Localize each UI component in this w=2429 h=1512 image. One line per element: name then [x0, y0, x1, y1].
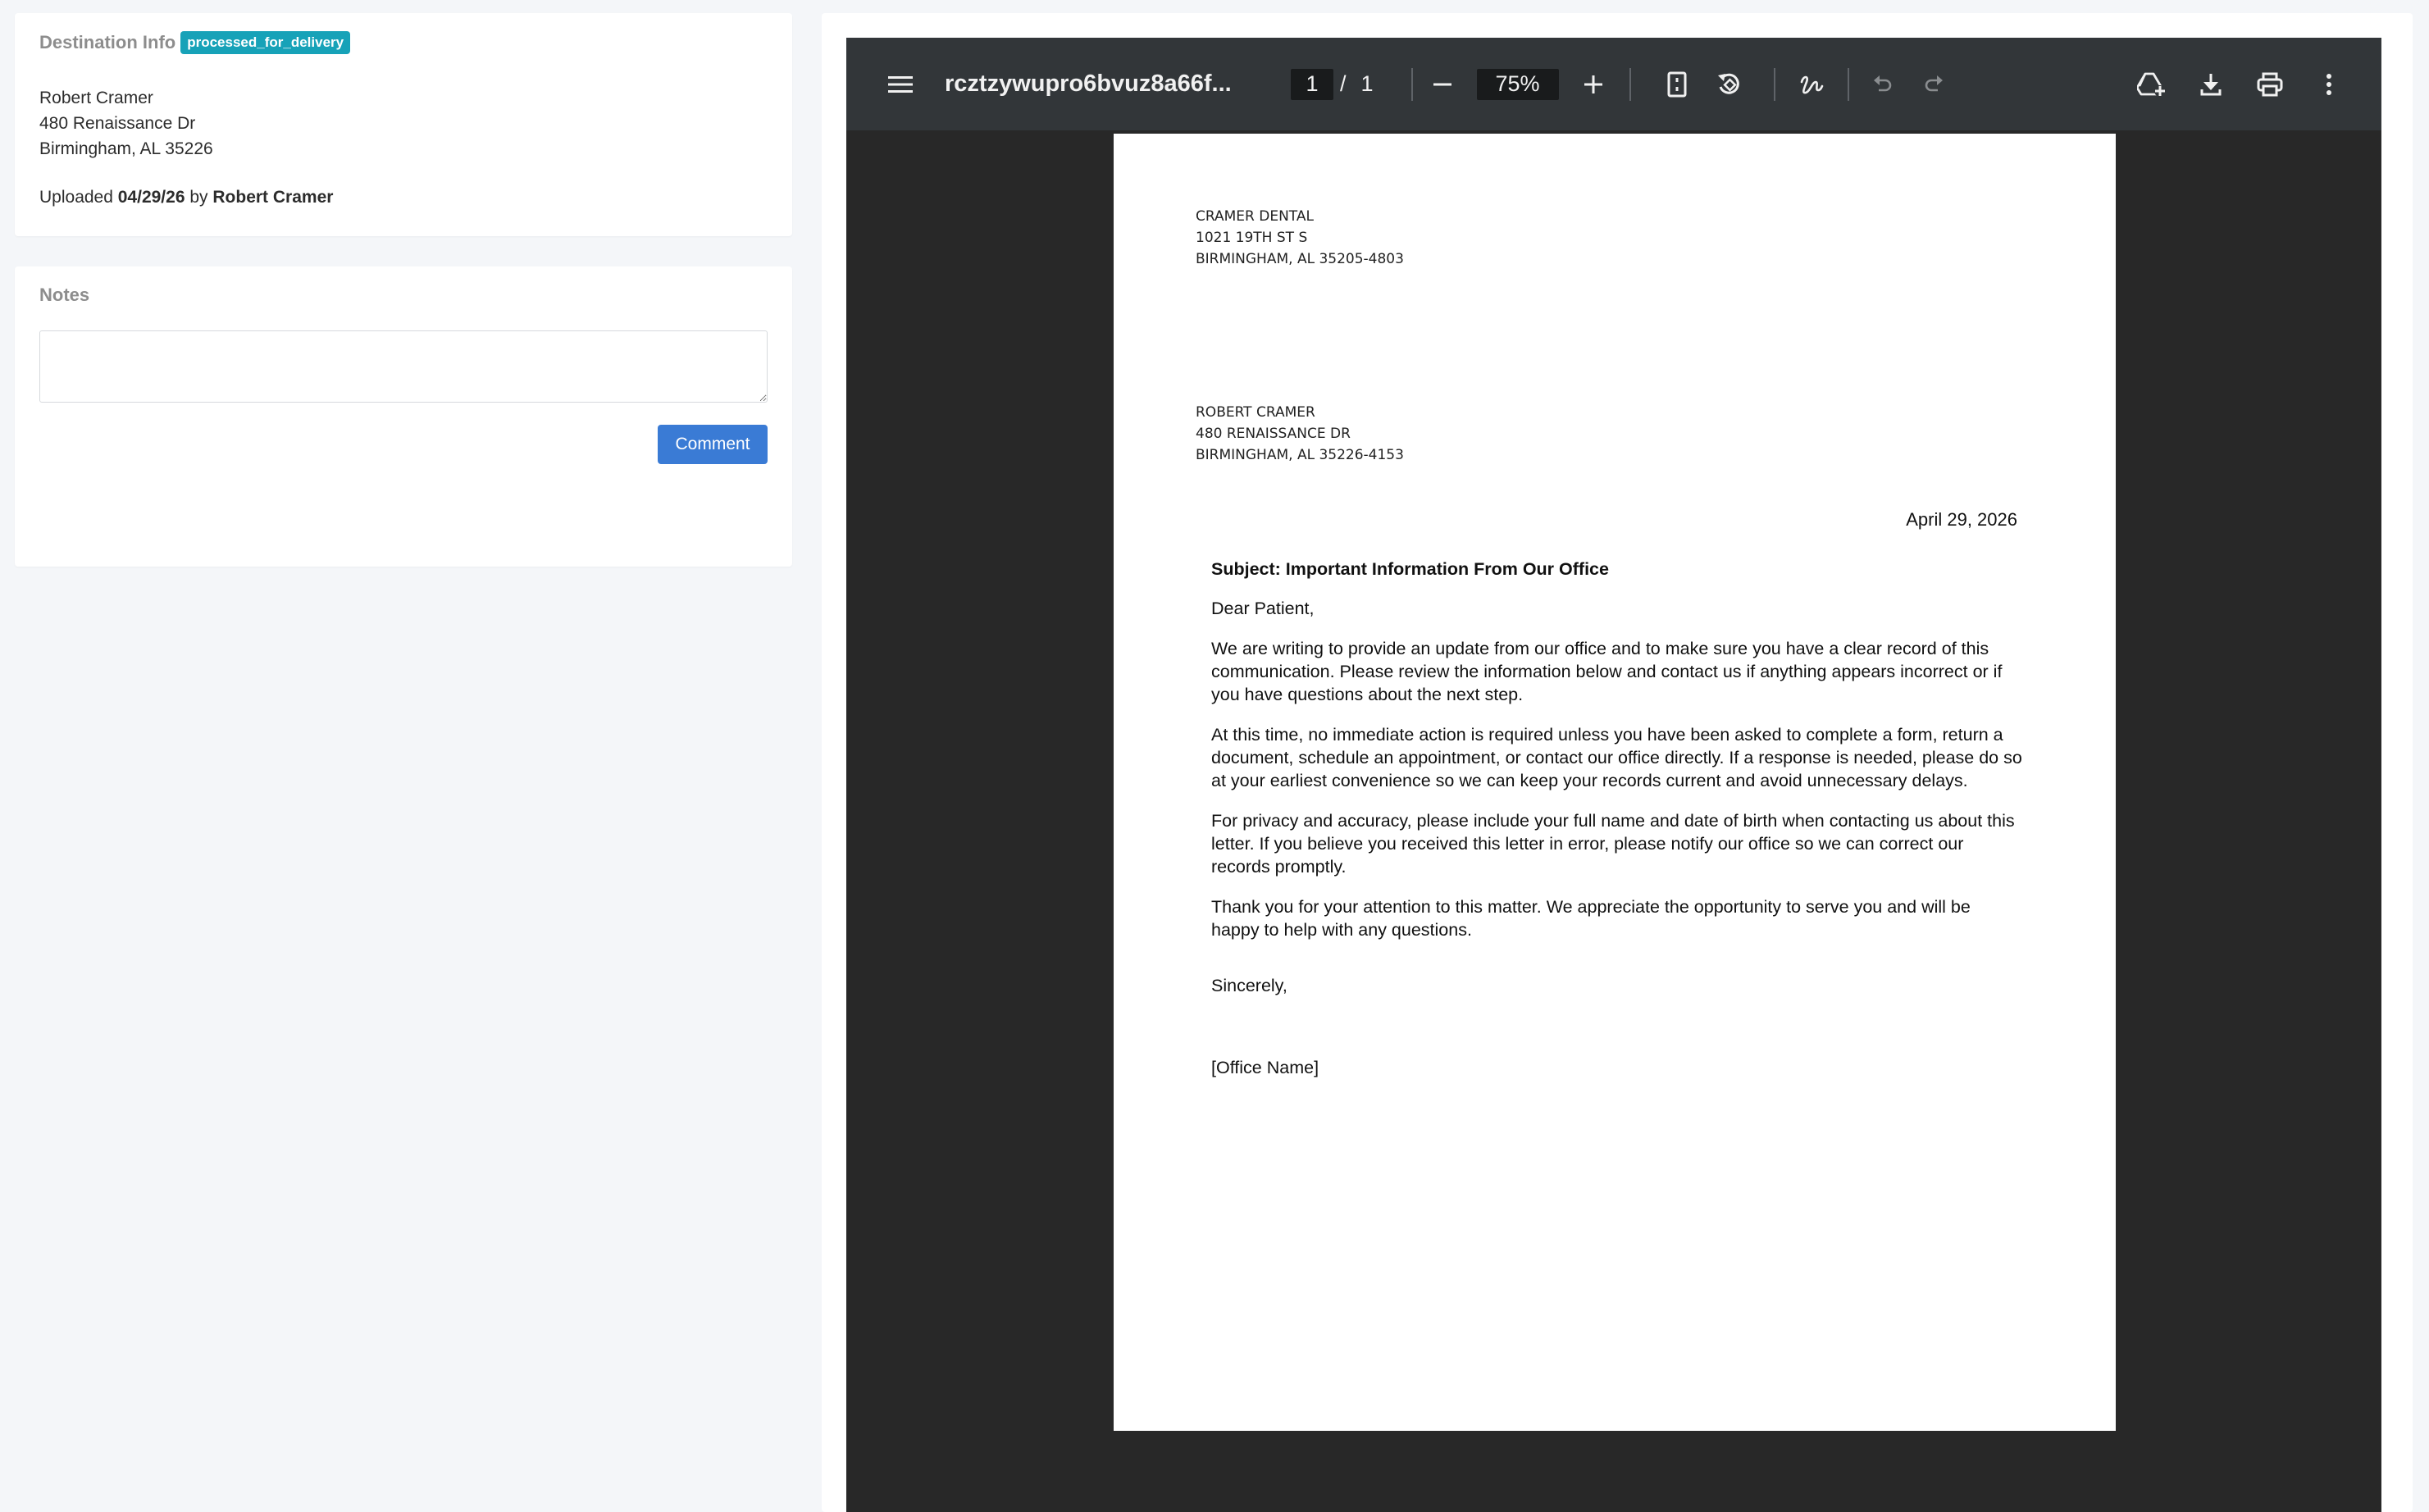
notes-title: Notes	[39, 285, 90, 305]
letter-paragraph: At this time, no immediate action is req…	[1211, 725, 2022, 790]
pdf-page: CRAMER DENTAL 1021 19TH ST S BIRMINGHAM,…	[1114, 134, 2116, 1431]
recipient-line: ROBERT CRAMER	[1196, 404, 1315, 421]
notes-textarea[interactable]	[39, 330, 768, 403]
recipient-line: 480 RENAISSANCE DR	[1196, 426, 1351, 442]
notes-card: Notes Comment	[15, 266, 792, 567]
download-icon[interactable]	[2191, 65, 2231, 104]
letter-date: April 29, 2026	[1906, 509, 2017, 530]
letter-paragraph: We are writing to provide an update from…	[1211, 639, 2003, 704]
print-icon[interactable]	[2250, 65, 2290, 104]
letter-body: Subject: Important Information From Our …	[1211, 558, 2023, 1096]
letter-paragraph: For privacy and accuracy, please include…	[1211, 811, 2015, 877]
menu-icon[interactable]	[881, 65, 920, 104]
minus-icon[interactable]	[1423, 65, 1462, 104]
toolbar-divider	[1629, 67, 1631, 101]
redo-icon[interactable]	[1915, 65, 1954, 104]
recipient-address: ROBERT CRAMER 480 RENAISSANCE DR BIRMING…	[1196, 402, 1404, 466]
destination-info-card: Destination Info processed_for_delivery …	[15, 13, 792, 236]
document-filename: rcztzywupro6bvuz8a66f...	[945, 71, 1232, 97]
letter-signoff: Sincerely,	[1211, 976, 1287, 995]
sender-address: CRAMER DENTAL 1021 19TH ST S BIRMINGHAM,…	[1196, 206, 1404, 270]
upload-info: Uploaded 04/29/26 by Robert Cramer	[39, 188, 768, 207]
uploaded-by: Robert Cramer	[212, 188, 334, 207]
letter-paragraph: Thank you for your attention to this mat…	[1211, 897, 1971, 940]
address-name: Robert Cramer	[39, 89, 153, 107]
destination-address: Robert Cramer 480 Renaissance Dr Birming…	[39, 85, 768, 162]
pdf-viewer: rcztzywupro6bvuz8a66f... 1 / 1 75% CRAME…	[846, 38, 2381, 1512]
destination-info-title: Destination Info	[39, 32, 176, 52]
zoom-level-input[interactable]: 75%	[1476, 68, 1559, 100]
uploaded-date: 04/29/26	[117, 188, 185, 207]
sender-line: 1021 19TH ST S	[1196, 230, 1308, 246]
letter-greeting: Dear Patient,	[1211, 599, 1315, 618]
toolbar-divider	[1773, 67, 1775, 101]
notes-actions: Comment	[39, 425, 768, 464]
left-column: Destination Info processed_for_delivery …	[15, 13, 792, 567]
recipient-line: BIRMINGHAM, AL 35226-4153	[1196, 447, 1404, 463]
sender-line: BIRMINGHAM, AL 35205-4803	[1196, 251, 1404, 267]
toolbar-divider	[1410, 67, 1413, 101]
plus-icon[interactable]	[1574, 65, 1613, 104]
document-panel: rcztzywupro6bvuz8a66f... 1 / 1 75% CRAME…	[822, 13, 2413, 1512]
sender-line: CRAMER DENTAL	[1196, 208, 1314, 225]
letter-office-name: [Office Name]	[1211, 1058, 1319, 1077]
total-pages: 1	[1360, 71, 1374, 96]
undo-icon[interactable]	[1862, 65, 1902, 104]
pdf-toolbar: rcztzywupro6bvuz8a66f... 1 / 1 75%	[846, 38, 2381, 130]
uploaded-by-word: by	[189, 188, 208, 207]
draw-icon[interactable]	[1792, 65, 1831, 104]
fit-page-icon[interactable]	[1657, 65, 1697, 104]
status-badge: processed_for_delivery	[180, 31, 351, 54]
comment-button[interactable]: Comment	[658, 425, 768, 464]
current-page-input[interactable]: 1	[1291, 68, 1333, 100]
uploaded-prefix: Uploaded	[39, 188, 113, 207]
rotate-icon[interactable]	[1710, 65, 1749, 104]
address-street: 480 Renaissance Dr	[39, 114, 196, 133]
more-vert-icon[interactable]	[2309, 65, 2349, 104]
letter-subject: Subject: Important Information From Our …	[1211, 559, 1609, 579]
page-separator: /	[1340, 71, 1347, 96]
toolbar-divider	[1847, 67, 1849, 101]
destination-info-header: Destination Info processed_for_delivery	[39, 31, 768, 54]
address-city-state-zip: Birmingham, AL 35226	[39, 139, 213, 158]
add-to-drive-icon[interactable]	[2132, 65, 2172, 104]
